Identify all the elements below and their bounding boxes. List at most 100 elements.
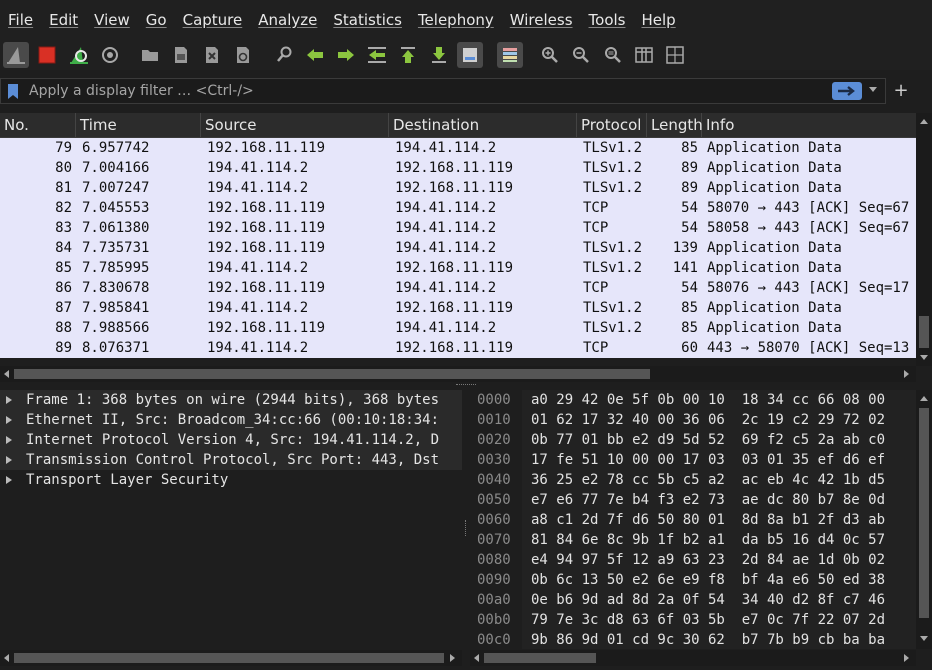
column-no[interactable]: No. (0, 113, 76, 137)
menu-file[interactable]: File (0, 11, 41, 29)
scroll-right-arrow[interactable] (450, 654, 455, 662)
apply-filter-button[interactable] (832, 82, 862, 100)
column-destination[interactable]: Destination (389, 113, 577, 137)
hex-row[interactable]: 00b0 79 7e 3c d8 63 6f 03 5b e7 0c 7f 22 … (470, 610, 916, 630)
scroll-thumb[interactable] (14, 653, 444, 663)
close-file-button[interactable] (199, 42, 225, 68)
expand-arrow-icon[interactable] (6, 436, 12, 444)
hex-row[interactable]: 0060 a8 c1 2d 7f d6 50 80 01 8d 8a b1 2f … (470, 510, 916, 530)
details-hscrollbar[interactable] (0, 650, 462, 666)
scroll-thumb[interactable] (919, 408, 929, 618)
add-filter-button[interactable]: + (893, 79, 909, 103)
hex-row[interactable]: 0000 a0 29 42 0e 5f 0b 00 10 18 34 cc 66 … (470, 390, 916, 410)
scroll-left-arrow[interactable] (4, 370, 9, 378)
go-forward-button[interactable] (333, 42, 359, 68)
menu-telephony[interactable]: Telephony (410, 11, 502, 29)
packet-row[interactable]: 83 7.061380 192.168.11.119 194.41.114.2 TCP 5… (0, 218, 916, 238)
scroll-down-arrow[interactable] (920, 636, 928, 641)
menu-go[interactable]: Go (138, 11, 175, 29)
zoom-in-button[interactable] (537, 42, 563, 68)
detail-tree-item[interactable]: Frame 1: 368 bytes on wire (2944 bits), … (0, 390, 462, 410)
column-time[interactable]: Time (76, 113, 201, 137)
expand-arrow-icon[interactable] (6, 456, 12, 464)
column-length[interactable]: Length (647, 113, 703, 137)
menu-analyze[interactable]: Analyze (250, 11, 325, 29)
go-back-button[interactable] (302, 42, 328, 68)
column-info[interactable]: Info (702, 113, 916, 137)
scroll-up-arrow[interactable] (920, 396, 928, 401)
hex-row[interactable]: 0070 81 84 6e 8c 9b 1f b2 a1 da b5 16 d4 … (470, 530, 916, 550)
menu-capture[interactable]: Capture (175, 11, 251, 29)
column-protocol[interactable]: Protocol (577, 113, 647, 137)
scroll-thumb[interactable] (484, 653, 596, 663)
zoom-out-button[interactable] (568, 42, 594, 68)
reload-file-button[interactable] (230, 42, 256, 68)
capture-options-button[interactable] (97, 42, 123, 68)
hex-row[interactable]: 0040 36 25 e2 78 cc 5b c5 a2 ac eb 4c 42 … (470, 470, 916, 490)
packet-row[interactable]: 84 7.735731 192.168.11.119 194.41.114.2 TLSv… (0, 238, 916, 258)
detail-hex-splitter[interactable] (462, 390, 470, 649)
hex-row[interactable]: 0080 e4 94 97 5f 12 a9 63 23 2d 84 ae 1d … (470, 550, 916, 570)
hex-row[interactable]: 0050 e7 e6 77 7e b4 f3 e2 73 ae dc 80 b7 … (470, 490, 916, 510)
bytes-vscrollbar[interactable] (916, 390, 932, 649)
scroll-left-arrow[interactable] (4, 654, 9, 662)
packet-row[interactable]: 82 7.045553 192.168.11.119 194.41.114.2 TCP 5… (0, 198, 916, 218)
menu-statistics[interactable]: Statistics (325, 11, 410, 29)
detail-tree-item[interactable]: Transmission Control Protocol, Src Port:… (0, 450, 462, 470)
packet-row[interactable]: 80 7.004166 194.41.114.2 192.168.11.119 TLSv… (0, 158, 916, 178)
scroll-up-arrow[interactable] (920, 119, 928, 124)
hex-row[interactable]: 0090 0b 6c 13 50 e2 6e e9 f8 bf 4a e6 50 … (470, 570, 916, 590)
expand-arrow-icon[interactable] (6, 416, 12, 424)
packet-row[interactable]: 89 8.076371 194.41.114.2 192.168.11.119 TCP 6… (0, 338, 916, 358)
packet-row[interactable]: 79 6.957742 192.168.11.119 194.41.114.2 TLSv… (0, 138, 916, 158)
detail-tree-item[interactable]: Transport Layer Security (0, 470, 462, 490)
restart-capture-button[interactable] (66, 42, 92, 68)
packet-row[interactable]: 86 7.830678 192.168.11.119 194.41.114.2 TCP 5… (0, 278, 916, 298)
menu-edit[interactable]: Edit (41, 11, 86, 29)
packet-row[interactable]: 88 7.988566 192.168.11.119 194.41.114.2 TLSv… (0, 318, 916, 338)
scroll-left-arrow[interactable] (474, 654, 479, 662)
colorize-button[interactable] (497, 42, 523, 68)
filter-history-dropdown[interactable] (869, 87, 877, 92)
hex-row[interactable]: 00a0 0e b6 9d ad 8d 2a 0f 54 34 40 d2 8f … (470, 590, 916, 610)
expand-arrow-icon[interactable] (6, 476, 12, 484)
packet-list-vscrollbar[interactable] (916, 113, 932, 366)
resize-columns-button[interactable] (631, 42, 657, 68)
menu-tools[interactable]: Tools (581, 11, 634, 29)
hex-row[interactable]: 0010 01 62 17 32 40 00 36 06 2c 19 c2 29 … (470, 410, 916, 430)
menu-wireless[interactable]: Wireless (502, 11, 581, 29)
interfaces-button[interactable] (3, 42, 29, 68)
scroll-down-arrow[interactable] (920, 355, 928, 360)
bookmark-icon[interactable] (7, 83, 19, 100)
hex-row[interactable]: 00c0 9b 86 9d 01 cd 9c 30 62 b7 7b b9 cb … (470, 630, 916, 649)
display-filter-input[interactable] (23, 79, 825, 103)
pane-splitter[interactable] (0, 382, 932, 388)
open-file-button[interactable] (137, 42, 163, 68)
menu-view[interactable]: View (86, 11, 138, 29)
normal-size-button[interactable] (600, 42, 626, 68)
packet-row[interactable]: 85 7.785995 194.41.114.2 192.168.11.119 TLSv… (0, 258, 916, 278)
scroll-thumb[interactable] (919, 316, 929, 348)
scroll-thumb[interactable] (14, 369, 650, 379)
last-packet-button[interactable] (426, 42, 452, 68)
hex-row[interactable]: 0030 17 fe 51 10 00 00 17 03 03 01 35 ef … (470, 450, 916, 470)
expand-subtrees-button[interactable] (662, 42, 688, 68)
scroll-right-arrow[interactable] (904, 370, 909, 378)
detail-tree-item[interactable]: Internet Protocol Version 4, Src: 194.41… (0, 430, 462, 450)
stop-capture-button[interactable] (34, 42, 60, 68)
save-file-button[interactable] (168, 42, 194, 68)
column-source[interactable]: Source (201, 113, 389, 137)
scroll-right-arrow[interactable] (904, 654, 909, 662)
packet-row[interactable]: 81 7.007247 194.41.114.2 192.168.11.119 TLSv… (0, 178, 916, 198)
first-packet-button[interactable] (395, 42, 421, 68)
packet-row[interactable]: 87 7.985841 194.41.114.2 192.168.11.119 TLSv… (0, 298, 916, 318)
hex-row[interactable]: 0020 0b 77 01 bb e2 d9 5d 52 69 f2 c5 2a … (470, 430, 916, 450)
go-to-packet-button[interactable] (364, 42, 390, 68)
menu-help[interactable]: Help (633, 11, 683, 29)
detail-tree-item[interactable]: Ethernet II, Src: Broadcom_34:cc:66 (00:… (0, 410, 462, 430)
expand-arrow-icon[interactable] (6, 396, 12, 404)
auto-scroll-button[interactable] (457, 42, 483, 68)
bytes-hscrollbar[interactable] (470, 650, 916, 666)
find-packet-button[interactable] (271, 42, 297, 68)
packet-list-hscrollbar[interactable] (0, 366, 916, 382)
